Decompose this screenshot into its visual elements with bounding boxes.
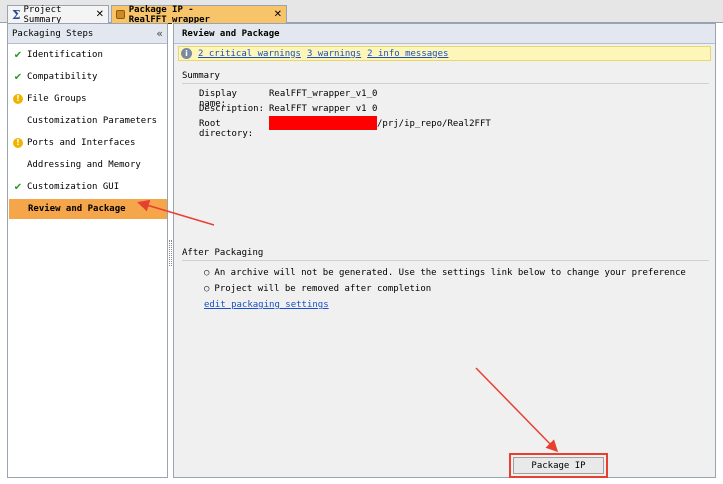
info-icon: i <box>181 48 192 59</box>
step-addressing-and-memory[interactable]: Addressing and Memory <box>8 155 167 175</box>
check-icon: ✔ <box>13 181 23 193</box>
step-label: Addressing and Memory <box>27 160 141 170</box>
check-icon: ✔ <box>13 49 23 61</box>
panel-title: Packaging Steps <box>12 28 94 39</box>
sigma-icon: Σ <box>12 7 21 22</box>
bullet-item: ○ Project will be removed after completi… <box>204 284 432 294</box>
step-identification[interactable]: ✔ Identification <box>8 45 167 65</box>
step-label: Ports and Interfaces <box>27 138 136 148</box>
after-packaging-title: After Packaging <box>182 248 264 258</box>
close-icon[interactable]: ✕ <box>274 9 282 20</box>
tab-project-summary[interactable]: Σ Project Summary ✕ <box>7 4 109 25</box>
description-row: Description: RealFFT wrapper v1 0 <box>199 104 377 114</box>
close-icon[interactable]: ✕ <box>96 9 104 20</box>
messages-bar: i 2 critical warnings 3 warnings 2 info … <box>178 46 711 61</box>
summary-title: Summary <box>182 71 220 81</box>
bullet-item: ○ An archive will not be generated. Use … <box>204 268 686 278</box>
warning-icon: ! <box>13 138 23 148</box>
tab-package-ip[interactable]: Package IP - RealFFT_wrapper ✕ <box>111 4 287 25</box>
bullet-icon: ○ <box>204 284 210 294</box>
check-icon: ✔ <box>13 71 23 83</box>
panel-header: Packaging Steps « <box>8 24 167 44</box>
redaction-box <box>269 116 377 130</box>
pane-splitter[interactable] <box>169 240 172 266</box>
step-label: Review and Package <box>28 204 126 214</box>
edit-packaging-settings-link[interactable]: edit packaging settings <box>204 300 329 310</box>
tab-label: Package IP - RealFFT_wrapper <box>128 4 210 25</box>
package-ip-button[interactable]: Package IP <box>513 457 604 474</box>
step-label: File Groups <box>27 94 87 104</box>
step-review-and-package[interactable]: Review and Package <box>9 199 167 219</box>
review-package-panel: Review and Package i 2 critical warnings… <box>173 23 716 478</box>
bullet-icon: ○ <box>204 268 210 278</box>
step-label: Customization GUI <box>27 182 120 192</box>
tab-label: Project Summary <box>23 4 62 25</box>
packaging-steps-panel: Packaging Steps « ✔ Identification ✔ Com… <box>7 23 168 478</box>
package-icon <box>116 10 125 19</box>
step-compatibility[interactable]: ✔ Compatibility <box>8 67 167 87</box>
critical-warnings-link[interactable]: 2 critical warnings <box>198 49 301 59</box>
field-value: /prj/ip_repo/Real2FFT <box>377 119 491 129</box>
panel-title: Review and Package <box>182 28 280 39</box>
field-value: RealFFT wrapper v1 0 <box>269 104 378 114</box>
divider <box>182 83 709 84</box>
editor-tab-bar: Σ Project Summary ✕ Package IP - RealFFT… <box>0 0 723 25</box>
panel-header: Review and Package <box>174 24 715 44</box>
step-label: Identification <box>27 50 103 60</box>
warning-icon: ! <box>13 94 23 104</box>
field-label: Description: <box>199 104 265 114</box>
step-file-groups[interactable]: ! File Groups <box>8 89 167 109</box>
step-label: Compatibility <box>27 72 98 82</box>
collapse-icon[interactable]: « <box>156 27 163 40</box>
step-label: Customization Parameters <box>27 116 158 126</box>
field-label: Root directory: <box>199 119 254 139</box>
divider <box>182 260 709 261</box>
root-directory-row: Root directory: /prj/ip_repo/Real2FFT <box>199 116 491 139</box>
step-customization-gui[interactable]: ✔ Customization GUI <box>8 177 167 197</box>
step-ports-and-interfaces[interactable]: ! Ports and Interfaces <box>8 133 167 153</box>
warnings-link[interactable]: 3 warnings <box>307 49 361 59</box>
step-customization-parameters[interactable]: Customization Parameters <box>8 111 167 131</box>
info-messages-link[interactable]: 2 info messages <box>367 49 448 59</box>
